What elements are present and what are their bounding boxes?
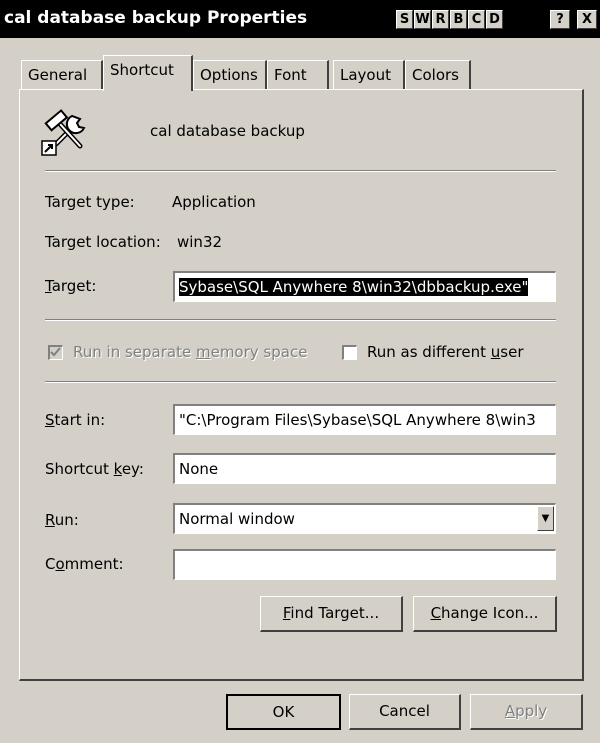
tab-font[interactable]: Font: [267, 60, 329, 89]
comment-input[interactable]: [173, 549, 556, 580]
different-user-checkbox[interactable]: [342, 345, 357, 360]
start-in-input[interactable]: "C:\Program Files\Sybase\SQL Anywhere 8\…: [173, 404, 556, 435]
tab-colors[interactable]: Colors: [405, 60, 471, 89]
title-button-r[interactable]: R: [432, 10, 449, 29]
start-in-label: Start in:: [45, 411, 106, 429]
separate-memory-checkbox[interactable]: [48, 345, 63, 360]
target-type-value: Application: [172, 193, 256, 211]
title-button-s[interactable]: S: [396, 10, 413, 29]
tab-layout-label: Layout: [340, 66, 391, 84]
tab-options-label: Options: [200, 66, 258, 84]
ok-button[interactable]: OK: [226, 694, 341, 730]
separator: [45, 381, 556, 383]
window-title: cal database backup Properties: [4, 8, 308, 28]
shortcut-key-value: None: [179, 460, 219, 478]
close-button[interactable]: X: [577, 10, 597, 29]
target-type-label: Target type:: [45, 193, 135, 211]
cancel-button[interactable]: Cancel: [349, 694, 461, 730]
target-input[interactable]: Sybase\SQL Anywhere 8\win32\dbbackup.exe…: [173, 271, 556, 302]
tab-shortcut[interactable]: Shortcut: [103, 55, 193, 91]
find-target-button[interactable]: Find Target...: [260, 596, 403, 632]
apply-button[interactable]: Apply: [470, 694, 583, 730]
shortcut-key-label: Shortcut key:: [45, 460, 144, 478]
run-label: Run:: [45, 511, 79, 529]
shortcut-key-input[interactable]: None: [173, 453, 556, 484]
title-button-d[interactable]: D: [486, 10, 503, 29]
title-button-w[interactable]: W: [414, 10, 431, 29]
different-user-label: Run as different user: [367, 343, 524, 361]
change-icon-button[interactable]: Change Icon...: [413, 596, 557, 632]
chevron-down-icon[interactable]: ▼: [537, 506, 554, 531]
target-value: Sybase\SQL Anywhere 8\win32\dbbackup.exe…: [179, 278, 529, 296]
shortcut-name: cal database backup: [150, 122, 305, 140]
tab-font-label: Font: [274, 66, 307, 84]
tab-layout[interactable]: Layout: [333, 60, 405, 89]
comment-label: Comment:: [45, 555, 124, 573]
separator: [45, 319, 556, 321]
separator: [45, 170, 556, 172]
target-label: Target:: [45, 277, 97, 295]
separate-memory-label: Run in separate memory space: [73, 343, 308, 361]
title-button-b[interactable]: B: [450, 10, 467, 29]
help-button[interactable]: ?: [550, 10, 570, 29]
run-value: Normal window: [179, 510, 295, 528]
target-location-value: win32: [177, 233, 223, 251]
tab-colors-label: Colors: [412, 66, 459, 84]
shortcut-icon: [40, 108, 100, 158]
target-location-label: Target location:: [45, 233, 161, 251]
start-in-value: "C:\Program Files\Sybase\SQL Anywhere 8\…: [179, 411, 536, 429]
tab-general[interactable]: General: [21, 60, 103, 89]
tab-shortcut-label: Shortcut: [110, 61, 174, 79]
tab-panel-shortcut: [19, 89, 584, 681]
title-button-c[interactable]: C: [468, 10, 485, 29]
tab-options[interactable]: Options: [193, 60, 267, 89]
run-select[interactable]: Normal window ▼: [173, 503, 556, 534]
tab-general-label: General: [28, 66, 88, 84]
